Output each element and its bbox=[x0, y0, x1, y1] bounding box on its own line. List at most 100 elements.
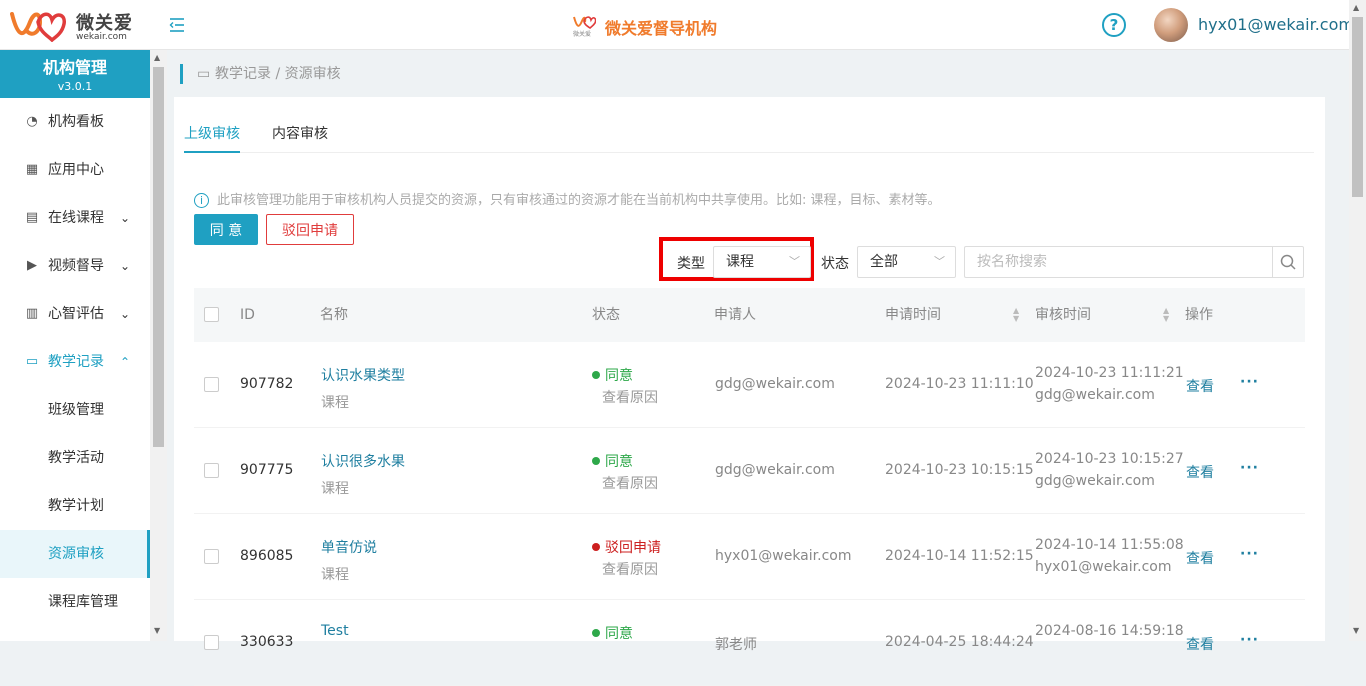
sort-icon[interactable]: ▲ ▼ bbox=[1155, 288, 1169, 342]
sidebar-scrollbar[interactable]: ▲ ▼ bbox=[150, 50, 167, 641]
page-scrollbar[interactable]: ▲ ▼ bbox=[1349, 0, 1366, 641]
sidebar-item-online-course[interactable]: ▤ 在线课程 ⌄ bbox=[0, 194, 150, 242]
chevron-up-icon: ⌃ bbox=[120, 355, 131, 369]
search-icon bbox=[1280, 254, 1296, 270]
view-reason-link[interactable]: 查看原因 bbox=[602, 387, 658, 407]
column-header-review-time[interactable]: 审核时间 bbox=[1035, 288, 1091, 342]
view-link[interactable]: 查看 bbox=[1186, 462, 1214, 482]
user-email[interactable]: hyx01@wekair.com bbox=[1198, 15, 1354, 34]
status-dot-icon bbox=[592, 457, 600, 465]
sidebar-item-teaching-records[interactable]: ▭ 教学记录 ⌃ bbox=[0, 338, 150, 386]
row-review-time: 2024-08-16 14:59:18 bbox=[1035, 623, 1184, 639]
row-apply-time: 2024-10-23 11:11:10 bbox=[885, 376, 1034, 392]
avatar[interactable] bbox=[1154, 8, 1188, 42]
scroll-up-icon[interactable]: ▲ bbox=[154, 53, 160, 62]
status-badge: 同意 bbox=[592, 623, 633, 643]
help-icon[interactable]: ? bbox=[1102, 13, 1126, 37]
row-checkbox[interactable] bbox=[204, 377, 219, 392]
sidebar-item-video-supervision[interactable]: ▶ 视频督导 ⌄ bbox=[0, 242, 150, 290]
status-text: 同意 bbox=[605, 626, 633, 642]
logo[interactable]: 微关爱 wekair.com bbox=[10, 8, 140, 44]
row-name-link[interactable]: 认识很多水果 bbox=[321, 451, 405, 471]
status-select-value: 全部 bbox=[870, 254, 898, 270]
brand-small-text: 微关爱 bbox=[573, 31, 592, 38]
row-id: 896085 bbox=[240, 548, 294, 564]
view-reason-link[interactable]: 查看原因 bbox=[602, 473, 658, 493]
column-header-name: 名称 bbox=[320, 307, 348, 323]
menu-toggle-icon[interactable] bbox=[168, 16, 186, 34]
sidebar-subitem-label: 课程库管理 bbox=[48, 594, 118, 610]
sidebar-item-label: 机构看板 bbox=[48, 114, 104, 130]
more-icon[interactable]: ··· bbox=[1240, 546, 1259, 562]
status-text: 同意 bbox=[605, 368, 633, 384]
column-header-id: ID bbox=[240, 307, 255, 323]
row-apply-time: 2024-04-25 18:44:24 bbox=[885, 634, 1034, 650]
row-id: 907775 bbox=[240, 462, 294, 478]
view-reason-link[interactable]: 查看原因 bbox=[602, 559, 658, 579]
row-apply-time: 2024-10-23 10:15:15 bbox=[885, 462, 1034, 478]
sidebar-subitem-teaching-plan[interactable]: 教学计划 bbox=[0, 482, 150, 530]
row-name-link[interactable]: Test bbox=[321, 623, 349, 639]
status-dot-icon bbox=[592, 371, 600, 379]
status-dot-icon bbox=[592, 629, 600, 637]
sidebar-subitem-class-management[interactable]: 班级管理 bbox=[0, 386, 150, 434]
type-filter-label: 类型 bbox=[677, 256, 705, 272]
status-badge: 同意 bbox=[592, 451, 633, 471]
sidebar-subitem-course-library[interactable]: 课程库管理 bbox=[0, 578, 150, 626]
more-icon[interactable]: ··· bbox=[1240, 460, 1259, 476]
grid-icon: ▦ bbox=[25, 162, 39, 177]
tab-superior-review[interactable]: 上级审核 bbox=[184, 123, 240, 153]
sidebar-item-assessment[interactable]: ▥ 心智评估 ⌄ bbox=[0, 290, 150, 338]
reject-button[interactable]: 驳回申请 bbox=[266, 214, 354, 245]
view-link[interactable]: 查看 bbox=[1186, 376, 1214, 396]
row-apply-time: 2024-10-14 11:52:15 bbox=[885, 548, 1034, 564]
sidebar-item-label: 应用中心 bbox=[48, 162, 104, 178]
agree-button[interactable]: 同 意 bbox=[194, 214, 258, 245]
table-row: 896085 单音仿说 课程 驳回申请 查看原因 hyx01@wekair.co… bbox=[194, 514, 1305, 600]
sidebar-item-app-center[interactable]: ▦ 应用中心 bbox=[0, 146, 150, 194]
select-all-checkbox[interactable] bbox=[204, 307, 219, 322]
page-scroll-thumb[interactable] bbox=[1352, 17, 1363, 197]
logo-mark-icon bbox=[10, 12, 66, 42]
main-panel: 上级审核 内容审核 i 此审核管理功能用于审核机构人员提交的资源，只有审核通过的资… bbox=[174, 97, 1325, 686]
sidebar-scroll-thumb[interactable] bbox=[153, 67, 164, 447]
row-applicant: gdg@wekair.com bbox=[715, 376, 835, 392]
row-applicant: gdg@wekair.com bbox=[715, 462, 835, 478]
row-reviewer: gdg@wekair.com bbox=[1035, 387, 1155, 403]
column-header-apply-time[interactable]: 申请时间 bbox=[885, 288, 941, 342]
row-reviewer: hyx01@wekair.com bbox=[1035, 559, 1172, 575]
sort-icon[interactable]: ▲ ▼ bbox=[1005, 288, 1019, 342]
chevron-down-icon: ⌄ bbox=[120, 211, 131, 225]
scroll-down-icon[interactable]: ▼ bbox=[1353, 626, 1359, 635]
notice: i 此审核管理功能用于审核机构人员提交的资源，只有审核通过的资源才能在当前机构中共… bbox=[194, 189, 941, 208]
search-button[interactable] bbox=[1272, 246, 1304, 278]
sidebar-subitem-teaching-activity[interactable]: 教学活动 bbox=[0, 434, 150, 482]
chevron-down-icon: ﹀ bbox=[934, 255, 945, 268]
row-checkbox[interactable] bbox=[204, 549, 219, 564]
tab-content-review[interactable]: 内容审核 bbox=[272, 123, 328, 153]
scroll-up-icon[interactable]: ▲ bbox=[1353, 3, 1359, 12]
sidebar-item-dashboard[interactable]: ◔ 机构看板 bbox=[0, 98, 150, 146]
row-name-link[interactable]: 单音仿说 bbox=[321, 537, 377, 557]
more-icon[interactable]: ··· bbox=[1240, 632, 1259, 648]
status-select[interactable]: 全部 ﹀ bbox=[857, 246, 956, 278]
chevron-down-icon: ⌄ bbox=[120, 259, 131, 273]
table-row: 907782 认识水果类型 课程 同意 查看原因 gdg@wekair.com … bbox=[194, 342, 1305, 428]
sidebar-subitem-resource-review[interactable]: 资源审核 bbox=[0, 530, 150, 578]
sidebar-subitem-label: 班级管理 bbox=[48, 402, 104, 418]
video-icon: ▭ bbox=[25, 354, 39, 369]
view-link[interactable]: 查看 bbox=[1186, 634, 1214, 654]
search-input[interactable] bbox=[964, 246, 1273, 278]
row-checkbox[interactable] bbox=[204, 635, 219, 650]
type-select[interactable]: 课程 ﹀ bbox=[713, 246, 811, 278]
row-id: 907782 bbox=[240, 376, 294, 392]
row-checkbox[interactable] bbox=[204, 463, 219, 478]
view-link[interactable]: 查看 bbox=[1186, 548, 1214, 568]
sidebar-subitem-label: 教学计划 bbox=[48, 498, 104, 514]
row-name-link[interactable]: 认识水果类型 bbox=[321, 365, 405, 385]
more-icon[interactable]: ··· bbox=[1240, 374, 1259, 390]
sidebar-item-label: 教学记录 bbox=[48, 354, 104, 370]
scroll-down-icon[interactable]: ▼ bbox=[154, 626, 160, 635]
table-row: 330633 Test 同意 郭老师 2024-04-25 18:44:24 2… bbox=[194, 600, 1305, 686]
sidebar-item-label: 在线课程 bbox=[48, 210, 104, 226]
